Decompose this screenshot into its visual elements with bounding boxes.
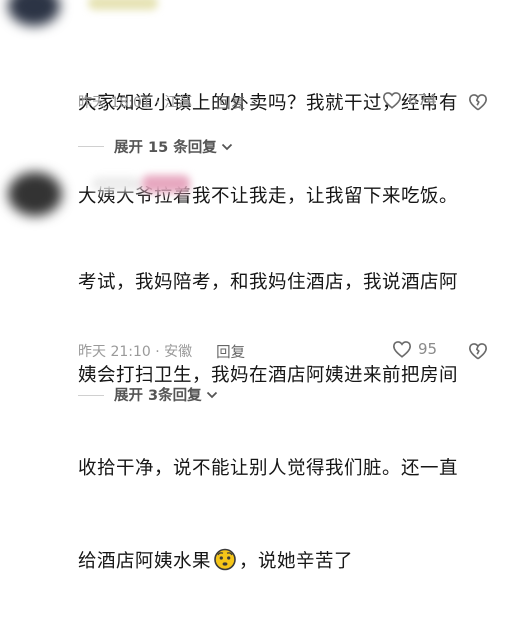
avatar[interactable]: [8, 0, 60, 26]
comment-item: 大家知道小镇上的外卖吗？我就干过，经常有 大姨大爷拉着我不让我走，让我留下来吃饭…: [0, 0, 508, 207]
heart-icon: [382, 92, 402, 109]
reply-button[interactable]: 回复: [216, 92, 245, 113]
heart-icon: [392, 341, 412, 358]
expand-replies-label: 展开 15 条回复: [114, 140, 217, 156]
expand-replies-label: 展开 3条回复: [114, 388, 202, 404]
comment-time-location: 昨天 21:10 · 安徽: [78, 344, 193, 360]
chevron-down-icon: [221, 143, 232, 150]
comment-meta: 昨天 21:10 · 安徽 回复: [78, 340, 245, 362]
like-count: 674: [408, 91, 437, 109]
comment-text: 考试，我妈陪考，和我妈住酒店，我说酒店阿 姨会打扫卫生，我妈在酒店阿姨进来前把房…: [78, 205, 498, 639]
reply-button[interactable]: 回复: [216, 341, 245, 362]
chevron-down-icon: [206, 391, 217, 398]
username-blurred[interactable]: [142, 175, 190, 193]
comment-text-segment: 给酒店阿姨水果: [78, 551, 212, 572]
like-button[interactable]: 95: [392, 340, 437, 358]
like-count: 95: [418, 340, 438, 358]
username-blurred[interactable]: [88, 0, 158, 10]
face-emoji-icon: [214, 548, 236, 571]
broken-heart-icon[interactable]: [468, 342, 488, 360]
expand-replies-button[interactable]: 展开 3条回复: [114, 384, 218, 405]
expand-replies-button[interactable]: 展开 15 条回复: [114, 136, 233, 157]
comment-text-line: 给酒店阿姨水果 ，说她辛苦了: [78, 546, 498, 577]
comment-meta: 昨天 18:01 · 江苏 回复: [78, 91, 245, 113]
broken-heart-icon[interactable]: [468, 93, 488, 111]
comment-text-line: 考试，我妈陪考，和我妈住酒店，我说酒店阿: [78, 272, 459, 293]
like-button[interactable]: 674: [382, 91, 437, 109]
expand-divider: [78, 146, 104, 147]
comment-text-line: 收拾干净，说不能让别人觉得我们脏。还一直: [78, 458, 459, 479]
comment-time-location: 昨天 18:01 · 江苏: [78, 95, 193, 111]
avatar[interactable]: [8, 172, 62, 216]
comment-text-segment: ，说她辛苦了: [239, 551, 354, 572]
username-blurred[interactable]: [92, 177, 142, 191]
expand-divider: [78, 395, 104, 396]
